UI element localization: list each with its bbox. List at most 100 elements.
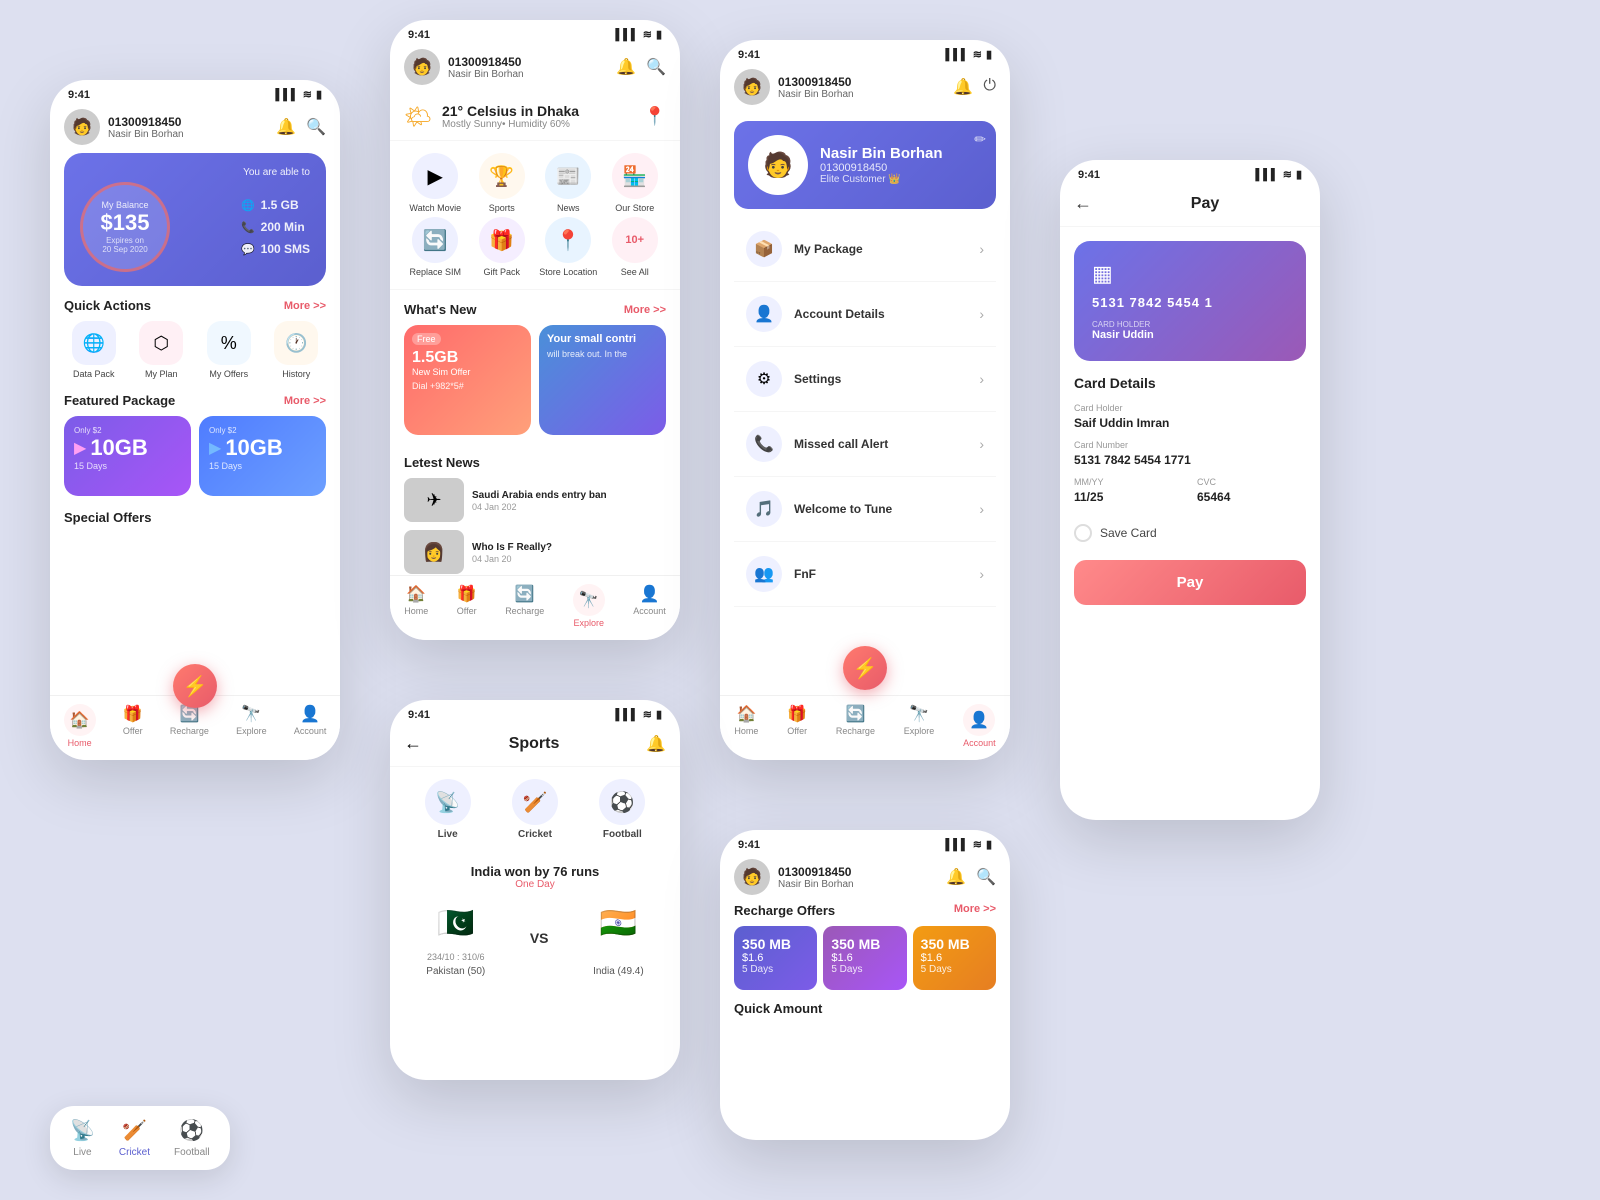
grid-replace-sim[interactable]: 🔄 Replace SIM — [404, 217, 467, 277]
location-icon[interactable]: 📍 — [644, 106, 666, 127]
profile-row-2: 🧑 01300918450 Nasir Bin Borhan 🔔 🔍 — [390, 45, 680, 93]
nav-home-3[interactable]: 🏠 Home — [734, 704, 758, 748]
menu-missed-call[interactable]: 📞 Missed call Alert › — [734, 412, 996, 477]
recharge-card-2[interactable]: 350 MB $1.6 5 Days — [823, 926, 906, 990]
grid-store-location[interactable]: 📍 Store Location — [537, 217, 600, 277]
featured-more[interactable]: More >> — [284, 395, 326, 407]
nav-offer-2[interactable]: 🎁 Offer — [457, 584, 477, 628]
see-all-icon: 10+ — [612, 217, 658, 263]
menu-account-details[interactable]: 👤 Account Details › — [734, 282, 996, 347]
save-card-checkbox[interactable] — [1074, 524, 1092, 542]
pay-button[interactable]: Pay — [1074, 560, 1306, 605]
card-holder-display-name: Nasir Uddin — [1092, 329, 1288, 341]
fnf-icon: 👥 — [746, 556, 782, 592]
recharge-more[interactable]: More >> — [954, 903, 996, 918]
save-card-row[interactable]: Save Card — [1060, 514, 1320, 552]
nav-home-2[interactable]: 🏠 Home — [404, 584, 428, 628]
phone1-home: 9:41 ▌▌▌ ≋ ▮ 🧑 01300918450 Nasir Bin Bor… — [50, 80, 340, 760]
nav-recharge-3[interactable]: 🔄 Recharge — [836, 704, 875, 748]
recharge-card-3[interactable]: 350 MB $1.6 5 Days — [913, 926, 996, 990]
search-icon-6[interactable]: 🔍 — [976, 867, 996, 887]
sports-back-icon[interactable]: ← — [404, 733, 422, 754]
grid-news[interactable]: 📰 News — [537, 153, 600, 213]
header-icons-2: 🔔 🔍 — [616, 57, 666, 77]
cvc-field: CVC 65464 — [1197, 477, 1306, 504]
sports-cricket[interactable]: 🏏 Cricket — [119, 1118, 150, 1158]
logout-icon-3[interactable]: ⏻ — [983, 77, 996, 97]
sports-tab-football[interactable]: ⚽ Football — [599, 779, 645, 840]
sports-football[interactable]: ⚽ Football — [174, 1118, 210, 1158]
nav-explore-3[interactable]: 🔭 Explore — [904, 704, 935, 748]
edit-icon[interactable]: ✏ — [974, 131, 986, 148]
pkg-card-1[interactable]: Only $2 ▶ 10GB 15 Days — [64, 416, 191, 496]
nav-recharge-2[interactable]: 🔄 Recharge — [505, 584, 544, 628]
qa-my-plan[interactable]: ⬡ My Plan — [132, 321, 192, 379]
status-icons-4: ▌▌▌ ≋ ▮ — [615, 708, 662, 721]
pkg-card-2[interactable]: Only $2 ▶ 10GB 15 Days — [199, 416, 326, 496]
explore-icon-3: 🔭 — [909, 704, 929, 724]
profile-info-3: 01300918450 Nasir Bin Borhan — [778, 75, 854, 100]
qa-data-pack[interactable]: 🌐 Data Pack — [64, 321, 124, 379]
menu-welcome-tune[interactable]: 🎵 Welcome to Tune › — [734, 477, 996, 542]
qa-history[interactable]: 🕐 History — [267, 321, 327, 379]
recharge-header: 🧑 01300918450 Nasir Bin Borhan 🔔 🔍 — [720, 855, 1010, 903]
bell-icon-2[interactable]: 🔔 — [616, 57, 636, 77]
menu-settings[interactable]: ⚙ Settings › — [734, 347, 996, 412]
wifi-icon-2: ≋ — [643, 28, 652, 41]
news-item-1[interactable]: ✈ Saudi Arabia ends entry ban 04 Jan 202 — [404, 478, 666, 522]
our-store-label: Our Store — [615, 203, 654, 213]
sports-tab-cricket[interactable]: 🏏 Cricket — [512, 779, 558, 840]
whats-new-title: What's New — [404, 302, 476, 317]
pay-back-button[interactable]: ← — [1074, 193, 1092, 214]
nav-recharge-1[interactable]: 🔄 Recharge — [170, 704, 209, 748]
nav-account-3[interactable]: 👤 Account — [963, 704, 996, 748]
nav-explore-1[interactable]: 🔭 Explore — [236, 704, 267, 748]
qa-my-offers[interactable]: % My Offers — [199, 321, 259, 379]
bell-icon-3[interactable]: 🔔 — [953, 77, 973, 97]
search-icon-2[interactable]: 🔍 — [646, 57, 666, 77]
news-item-2[interactable]: 👩 Who Is F Really? 04 Jan 20 — [404, 530, 666, 574]
sports-icon: 🏆 — [479, 153, 525, 199]
grid-watch-movie[interactable]: ▶ Watch Movie — [404, 153, 467, 213]
card-holder-display-label: CARD HOLDER — [1092, 320, 1288, 329]
news-cards: Free 1.5GB New Sim Offer Dial +982*5# Yo… — [404, 325, 666, 435]
status-icons-5: ▌▌▌ ≋ ▮ — [1255, 168, 1302, 181]
team-pakistan: 🇵🇰 234/10 : 310/6 Pakistan (50) — [426, 898, 485, 977]
pkg1-days: 15 Days — [74, 461, 181, 471]
settings-text: Settings — [794, 372, 979, 386]
nav-offer-3[interactable]: 🎁 Offer — [787, 704, 807, 748]
fab-button[interactable]: ⚡ — [173, 664, 217, 708]
bell-icon-1[interactable]: 🔔 — [276, 117, 296, 137]
nav-account-2[interactable]: 👤 Account — [633, 584, 666, 628]
sports-tab-live[interactable]: 📡 Live — [425, 779, 471, 840]
grid-see-all[interactable]: 10+ See All — [604, 217, 667, 277]
fab-button-3[interactable]: ⚡ — [843, 646, 887, 690]
profile-row-1: 🧑 01300918450 Nasir Bin Borhan 🔔 🔍 — [50, 105, 340, 153]
avatar-2: 🧑 — [404, 49, 440, 85]
balance-card: You are able to My Balance $135 Expires … — [64, 153, 326, 286]
nav-home-1[interactable]: 🏠 Home — [64, 704, 96, 748]
menu-fnf[interactable]: 👥 FnF › — [734, 542, 996, 607]
grid-our-store[interactable]: 🏪 Our Store — [604, 153, 667, 213]
nav-account-1[interactable]: 👤 Account — [294, 704, 327, 748]
search-icon-1[interactable]: 🔍 — [306, 117, 326, 137]
signal-icon-5: ▌▌▌ — [1255, 169, 1278, 181]
sports-bell-icon[interactable]: 🔔 — [646, 734, 666, 754]
bottom-nav-3: 🏠 Home 🎁 Offer 🔄 Recharge 🔭 Explore 👤 Ac… — [720, 695, 1010, 760]
my-package-icon: 📦 — [746, 231, 782, 267]
profile-info-1: 01300918450 Nasir Bin Borhan — [108, 115, 184, 140]
sports-live[interactable]: 📡 Live — [70, 1118, 95, 1158]
news-card-1[interactable]: Free 1.5GB New Sim Offer Dial +982*5# — [404, 325, 531, 435]
football-icon-bottom: ⚽ — [179, 1118, 204, 1143]
bell-icon-6[interactable]: 🔔 — [946, 867, 966, 887]
grid-gift-pack[interactable]: 🎁 Gift Pack — [471, 217, 534, 277]
nav-explore-2[interactable]: 🔭 Explore — [573, 584, 605, 628]
recharge-card-1[interactable]: 350 MB $1.6 5 Days — [734, 926, 817, 990]
store-location-label: Store Location — [539, 267, 597, 277]
qa-more[interactable]: More >> — [284, 300, 326, 312]
nav-offer-1[interactable]: 🎁 Offer — [123, 704, 143, 748]
grid-sports[interactable]: 🏆 Sports — [471, 153, 534, 213]
whats-new-more[interactable]: More >> — [624, 304, 666, 316]
news-card-2[interactable]: Your small contri will break out. In the — [539, 325, 666, 435]
menu-my-package[interactable]: 📦 My Package › — [734, 217, 996, 282]
